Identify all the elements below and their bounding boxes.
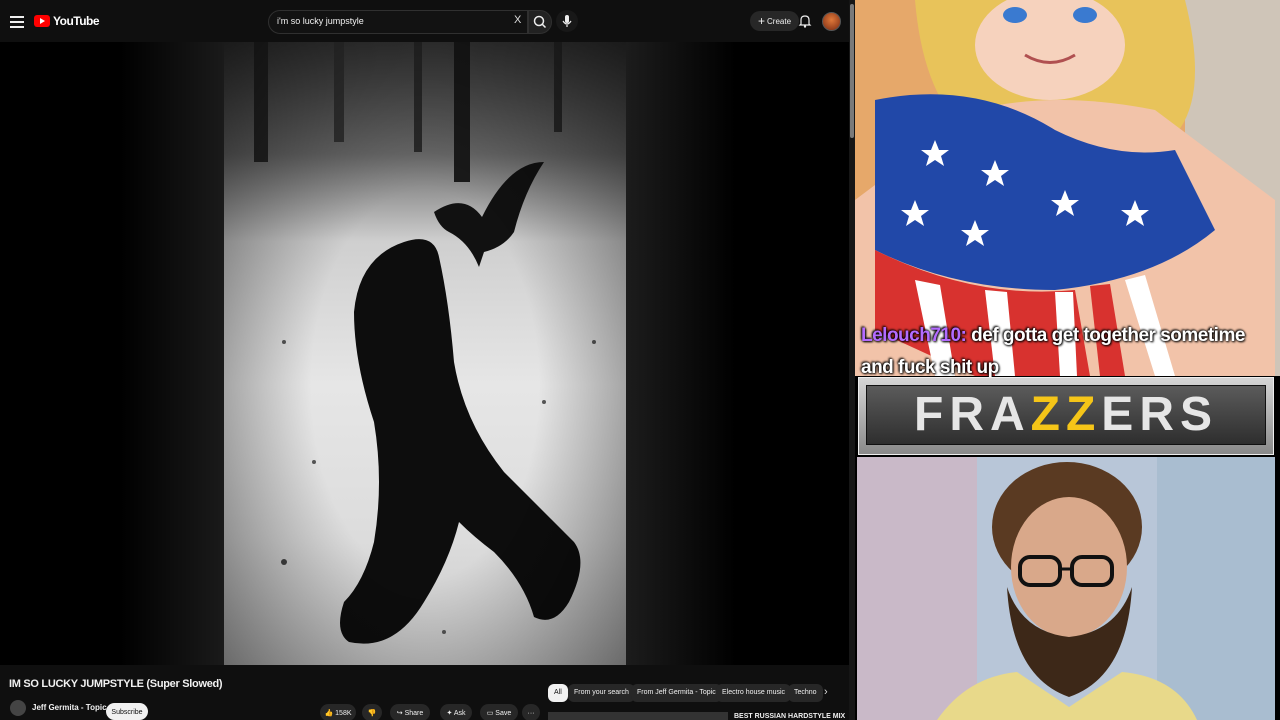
chip-from-your-search[interactable]: From your search xyxy=(568,684,635,702)
search-button[interactable] xyxy=(528,10,552,34)
logo-text-end: ERS xyxy=(1101,388,1218,441)
youtube-logo-text: YouTube xyxy=(53,14,100,28)
search-icon xyxy=(533,15,547,29)
youtube-header: YouTube i'm so lucky jumpstyle X + Create xyxy=(0,0,855,44)
video-title: IM SO LUCKY JUMPSTYLE (Super Slowed) xyxy=(9,678,223,690)
webcam-person-illustration xyxy=(857,457,1275,720)
chat-message: Lelouch710: def gotta get together somet… xyxy=(861,320,1271,384)
ask-button[interactable]: ✦ Ask xyxy=(440,704,472,720)
plus-icon: + xyxy=(758,14,766,28)
ask-label: Ask xyxy=(453,710,466,717)
page-scrollbar-thumb[interactable] xyxy=(850,4,854,138)
webcam-feed xyxy=(857,457,1275,720)
share-icon: ↪ xyxy=(396,710,403,717)
save-button[interactable]: ▭ Save xyxy=(480,704,518,720)
youtube-play-icon xyxy=(34,15,50,27)
channel-avatar[interactable] xyxy=(10,700,26,716)
subscribe-button[interactable]: Subscribe xyxy=(106,703,148,720)
microphone-icon xyxy=(562,15,572,27)
chevron-right-icon[interactable]: › xyxy=(824,686,828,698)
account-avatar[interactable] xyxy=(822,12,841,31)
hamburger-menu-icon[interactable] xyxy=(10,14,24,28)
logo-text-start: FRA xyxy=(914,388,1031,441)
channel-name[interactable]: Jeff Germita - Topic xyxy=(32,703,107,712)
chat-username: Lelouch710: xyxy=(861,325,967,346)
sparkle-icon: ✦ xyxy=(446,710,453,717)
create-button[interactable]: + Create xyxy=(750,11,800,31)
video-frame[interactable] xyxy=(224,42,626,665)
player-right-shade xyxy=(626,42,736,665)
bell-icon xyxy=(798,15,812,28)
like-count: 158K xyxy=(335,710,352,717)
video-vignette xyxy=(224,42,626,665)
save-label: Save xyxy=(495,710,512,717)
share-button[interactable]: ↪ Share xyxy=(390,704,430,720)
search-query-text: i'm so lucky jumpstyle xyxy=(277,16,364,26)
chip-from-channel[interactable]: From Jeff Germita - Topic xyxy=(631,684,722,702)
logo-text-accent: ZZ xyxy=(1030,388,1102,441)
create-label: Create xyxy=(767,17,792,26)
youtube-pane: YouTube i'm so lucky jumpstyle X + Create xyxy=(0,0,855,720)
voice-search-button[interactable] xyxy=(556,10,578,32)
like-button[interactable]: 👍 158K xyxy=(320,704,356,720)
notifications-button[interactable] xyxy=(797,13,813,29)
chip-all[interactable]: All xyxy=(548,684,568,702)
thumbs-up-icon: 👍 xyxy=(324,710,334,717)
share-label: Share xyxy=(404,710,424,717)
dislike-button[interactable]: 👎 xyxy=(362,704,382,720)
more-actions-button[interactable]: ··· xyxy=(522,704,540,720)
clear-search-icon[interactable]: X xyxy=(514,14,521,26)
thumbs-down-icon: 👎 xyxy=(367,710,377,717)
sponsor-logo: FRAZZERS xyxy=(866,387,1266,442)
chip-techno[interactable]: Techno xyxy=(788,684,823,702)
recommendation-title[interactable]: BEST RUSSIAN HARDSTYLE MIX xyxy=(734,713,845,720)
player-left-shade xyxy=(120,42,224,665)
bookmark-icon: ▭ xyxy=(486,710,494,717)
search-input[interactable]: i'm so lucky jumpstyle xyxy=(268,10,528,34)
chip-electro-house[interactable]: Electro house music xyxy=(716,684,792,702)
recommendation-thumbnail[interactable] xyxy=(548,712,728,720)
youtube-logo[interactable]: YouTube xyxy=(34,14,100,28)
